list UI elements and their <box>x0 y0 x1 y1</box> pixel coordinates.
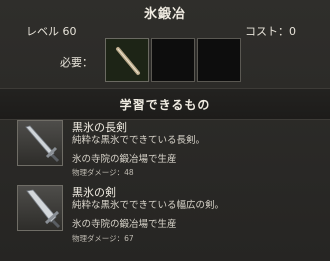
item-description: 純粋な黒氷でできている幅広の剣。 <box>72 200 225 211</box>
item-location: 氷の寺院の鍛冶場で生産 <box>72 219 177 230</box>
longsword-icon <box>17 120 63 166</box>
item-stat: 物理ダメージ：48 <box>72 168 134 177</box>
broadsword-icon <box>17 185 63 231</box>
crafting-panel: 氷鍛冶 レベル 60 コスト：0 必要： 学習できるもの 黒氷の長剣 純粋な黒氷… <box>0 0 330 261</box>
window-title: 氷鍛冶 <box>143 7 186 22</box>
item-location: 氷の寺院の鍛冶場で生産 <box>72 154 177 165</box>
item-stat: 物理ダメージ：67 <box>72 234 134 243</box>
required-item-slot-2[interactable] <box>151 38 195 82</box>
required-item-slot-1[interactable] <box>105 38 149 82</box>
level-label: レベル 60 <box>26 25 77 38</box>
item-description: 純粋な黒氷でできている長剣。 <box>72 135 206 146</box>
learnable-section-title: 学習できるもの <box>119 98 211 112</box>
ice-shard-icon <box>116 47 140 75</box>
required-item-slot-3[interactable] <box>197 38 241 82</box>
requirements-label: 必要： <box>60 56 93 69</box>
cost-label: コスト：0 <box>245 25 296 38</box>
